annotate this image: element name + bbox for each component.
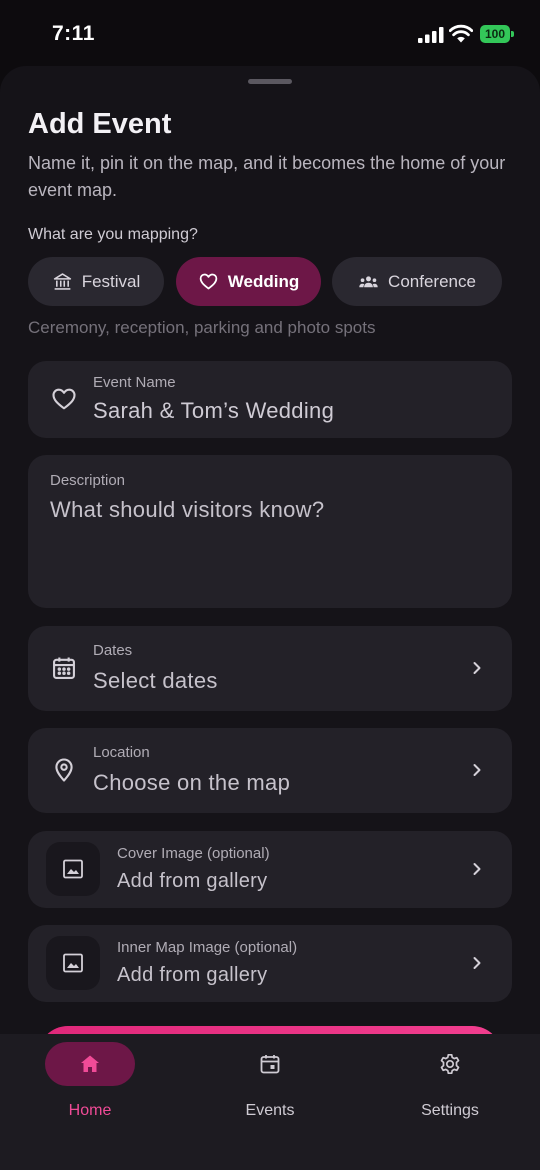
status-time: 7:11 bbox=[52, 22, 95, 45]
nav-label-events: Events bbox=[245, 1102, 295, 1119]
image-icon bbox=[63, 953, 83, 973]
event-type-label: Wedding bbox=[227, 271, 300, 291]
calendar-icon bbox=[53, 657, 75, 679]
battery-icon: 100 bbox=[480, 25, 514, 43]
nav-label-home: Home bbox=[68, 1102, 112, 1119]
building-columns-icon bbox=[53, 273, 71, 290]
chevron-right-icon bbox=[473, 957, 481, 969]
event-type-chip-festival[interactable]: Festival bbox=[28, 257, 164, 306]
image-icon bbox=[63, 859, 83, 879]
inner-map-image-thumbnail bbox=[46, 936, 100, 990]
cellular-signal-icon bbox=[418, 27, 444, 43]
inner-map-image-value: Add from gallery bbox=[117, 964, 268, 986]
add-event-sheet: Add Event Name it, pin it on the map, an… bbox=[0, 66, 540, 1170]
heart-icon bbox=[52, 388, 76, 410]
screen: 7:11 100 Add Event Name it, pin it on th… bbox=[0, 0, 540, 1170]
inner-map-image-label: Inner Map Image (optional) bbox=[117, 939, 298, 956]
event-type-label: Conference bbox=[388, 271, 476, 291]
calendar-icon bbox=[260, 1055, 280, 1074]
gear-icon bbox=[440, 1053, 460, 1075]
dates-value: Select dates bbox=[93, 668, 218, 693]
location-label: Location bbox=[93, 744, 150, 761]
cover-image-field[interactable]: Cover Image (optional) Add from gallery bbox=[28, 831, 512, 908]
chevron-right-icon bbox=[473, 863, 481, 875]
page-subtitle: Name it, pin it on the map, and it becom… bbox=[28, 153, 506, 200]
chevron-right-icon bbox=[473, 764, 481, 776]
wifi-icon bbox=[449, 24, 473, 43]
sheet-grabber-handle[interactable] bbox=[248, 79, 292, 84]
event-type-hint: Ceremony, reception, parking and photo s… bbox=[28, 318, 376, 337]
map-pin-icon bbox=[55, 758, 73, 782]
battery-tip bbox=[511, 31, 514, 37]
event-type-chip-wedding[interactable]: Wedding bbox=[176, 257, 321, 306]
chevron-right-icon bbox=[473, 662, 481, 674]
description-field[interactable]: Description What should visitors know? bbox=[28, 455, 512, 608]
nav-item-settings[interactable]: Settings bbox=[380, 1042, 520, 1122]
people-icon bbox=[359, 276, 378, 288]
description-placeholder: What should visitors know? bbox=[50, 497, 325, 522]
nav-active-indicator bbox=[45, 1042, 135, 1086]
status-bar: 7:11 100 bbox=[0, 0, 540, 66]
nav-item-events[interactable]: Events bbox=[200, 1042, 340, 1122]
inner-map-image-field[interactable]: Inner Map Image (optional) Add from gall… bbox=[28, 925, 512, 1002]
heart-icon bbox=[199, 273, 218, 290]
location-field[interactable]: Location Choose on the map bbox=[28, 728, 512, 813]
location-value: Choose on the map bbox=[93, 770, 291, 795]
event-name-label: Event Name bbox=[93, 374, 176, 391]
nav-icon-container bbox=[405, 1042, 495, 1086]
dates-field[interactable]: Dates Select dates bbox=[28, 626, 512, 711]
home-icon bbox=[81, 1055, 99, 1072]
nav-item-home[interactable]: Home bbox=[20, 1042, 160, 1122]
bottom-navigation: Home Events Settings bbox=[0, 1034, 540, 1170]
event-name-field[interactable]: Event Name Sarah & Tom’s Wedding bbox=[28, 361, 512, 438]
event-type-prompt: What are you mapping? bbox=[28, 226, 198, 243]
cover-image-value: Add from gallery bbox=[117, 870, 268, 892]
event-name-value: Sarah & Tom’s Wedding bbox=[93, 398, 335, 423]
description-label: Description bbox=[50, 472, 126, 489]
dates-label: Dates bbox=[93, 642, 133, 659]
nav-icon-container bbox=[225, 1042, 315, 1086]
cover-image-thumbnail bbox=[46, 842, 100, 896]
battery-level: 100 bbox=[484, 27, 506, 41]
nav-label-settings: Settings bbox=[421, 1102, 479, 1119]
page-title: Add Event bbox=[28, 108, 172, 140]
event-type-chip-conference[interactable]: Conference bbox=[332, 257, 502, 306]
event-type-label: Festival bbox=[81, 271, 141, 291]
cover-image-label: Cover Image (optional) bbox=[117, 845, 270, 862]
